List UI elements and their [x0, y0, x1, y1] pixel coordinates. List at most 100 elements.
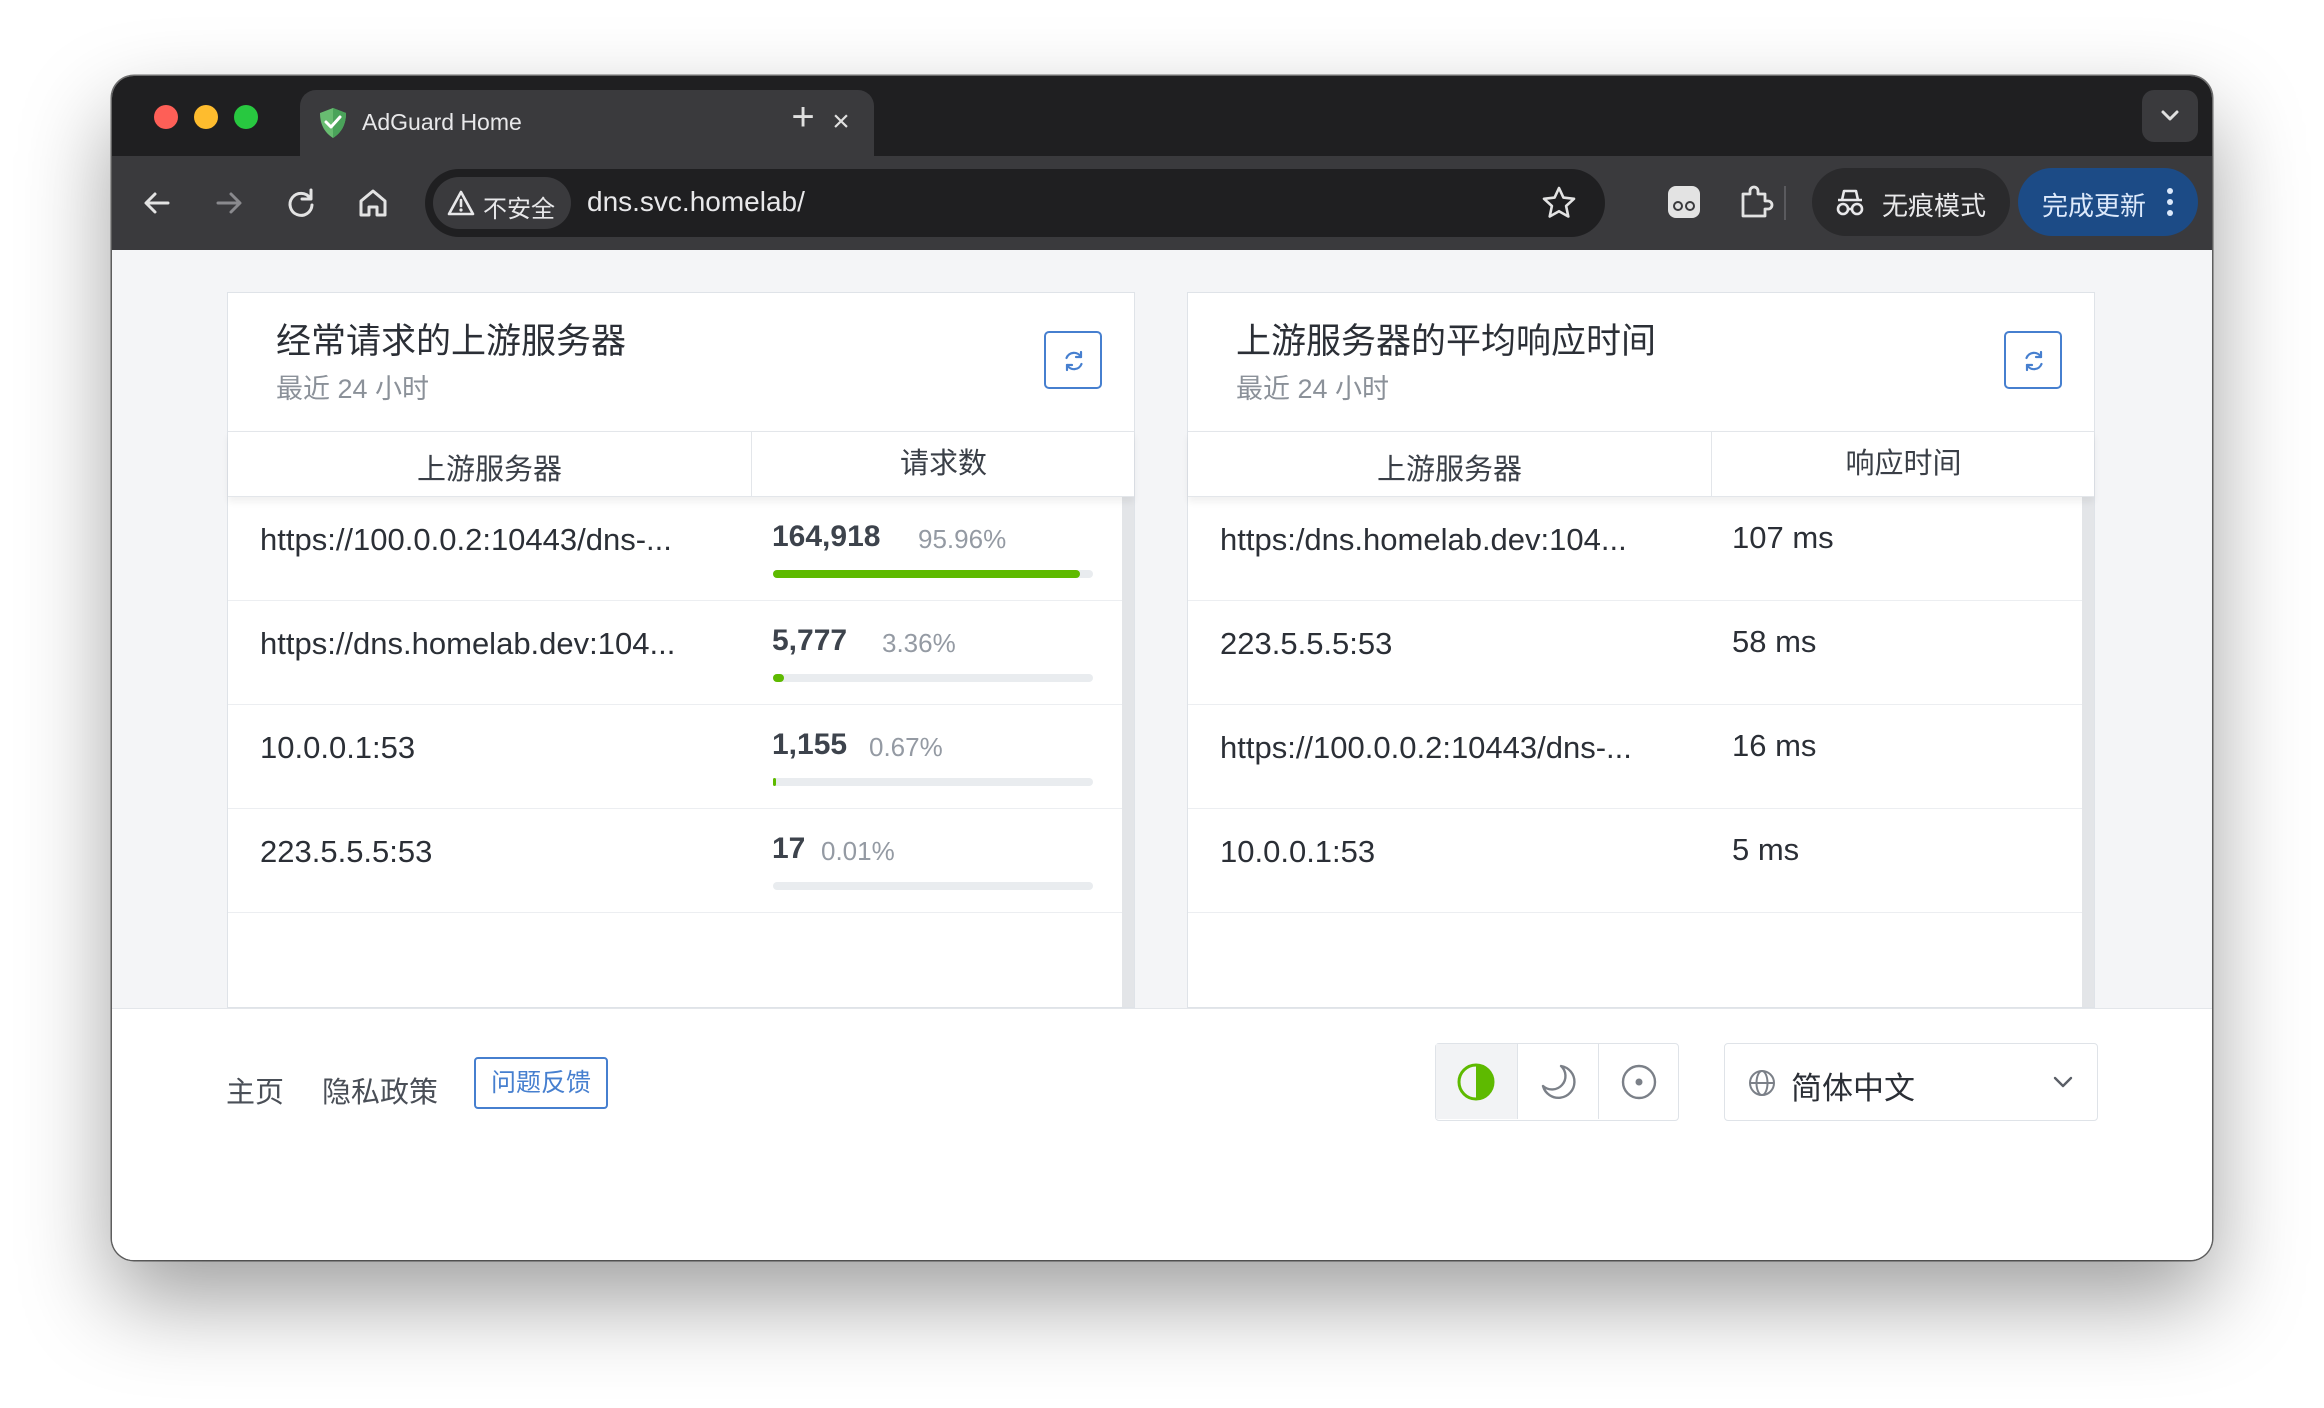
minimize-window-button[interactable]	[194, 105, 218, 129]
column-header-server[interactable]: 上游服务器	[228, 446, 751, 488]
upstream-host: 10.0.0.1:53	[1220, 834, 1376, 869]
home-icon[interactable]	[348, 178, 398, 228]
shield-favicon-icon	[320, 108, 346, 138]
column-header-response-time[interactable]: 响应时间	[1711, 432, 2095, 496]
tab-strip: AdGuard Home × +	[112, 76, 2212, 156]
upstream-host: 223.5.5.5:53	[1220, 626, 1393, 661]
star-icon[interactable]	[1539, 183, 1579, 223]
incognito-label: 无痕模式	[1882, 191, 1987, 221]
response-time: 16 ms	[1732, 728, 1817, 763]
update-label: 完成更新	[2042, 191, 2147, 221]
request-percent: 0.01%	[821, 836, 895, 866]
maximize-window-button[interactable]	[234, 105, 258, 129]
toolbar-separator	[1784, 186, 1786, 220]
upstream-host: https://100.0.0.2:10443/dns-...	[260, 522, 672, 557]
chevron-down-icon	[2161, 110, 2179, 121]
table-row: 223.5.5.5:53 58 ms	[1188, 600, 2082, 705]
table-row: https://100.0.0.2:10443/dns-... 16 ms	[1188, 704, 2082, 809]
progress-bar-fill	[773, 674, 784, 682]
moon-icon	[1541, 1064, 1576, 1099]
address-bar[interactable]: 不安全 dns.svc.homelab/	[425, 169, 1605, 237]
table-row: https://100.0.0.2:10443/dns-... 164,918 …	[228, 496, 1122, 601]
progress-bar-fill	[773, 778, 777, 786]
progress-bar-fill	[773, 570, 1081, 578]
tab-search-button[interactable]	[2142, 90, 2198, 142]
refresh-icon	[2025, 350, 2043, 372]
response-time: 5 ms	[1732, 832, 1800, 867]
progress-bar	[773, 570, 1093, 578]
table-header: 上游服务器 响应时间	[1188, 431, 2094, 497]
avg-response-card: 上游服务器的平均响应时间 最近 24 小时 上游服务器 响应时间 https:/…	[1187, 292, 2095, 1008]
table-header: 上游服务器 请求数	[228, 431, 1134, 497]
url-text[interactable]: dns.svc.homelab/	[587, 186, 805, 218]
table-body: https:/dns.homelab.dev:104... 107 ms 223…	[1188, 496, 2094, 1007]
new-tab-button[interactable]: +	[780, 96, 826, 142]
forward-icon[interactable]	[204, 178, 254, 228]
tab-title: AdGuard Home	[362, 109, 522, 135]
column-header-requests[interactable]: 请求数	[751, 432, 1135, 496]
progress-bar	[773, 674, 1093, 682]
contrast-icon	[1457, 1063, 1495, 1101]
top-upstreams-card: 经常请求的上游服务器 最近 24 小时 上游服务器 请求数 https://10…	[227, 292, 1135, 1008]
incognito-icon	[1836, 189, 1864, 216]
feedback-button[interactable]: 问题反馈	[474, 1057, 608, 1109]
card-title: 上游服务器的平均响应时间	[1236, 322, 1657, 361]
extensions-icon[interactable]	[1732, 178, 1780, 226]
progress-bar	[773, 882, 1093, 890]
upstream-host: https://100.0.0.2:10443/dns-...	[1220, 730, 1632, 765]
request-percent: 3.36%	[882, 628, 956, 658]
table-row: https:/dns.homelab.dev:104... 107 ms	[1188, 496, 2082, 601]
upstream-host: 10.0.0.1:53	[260, 730, 416, 765]
browser-toolbar: 不安全 dns.svc.homelab/ 无痕模式 完成更新	[112, 156, 2212, 250]
finish-update-button[interactable]: 完成更新	[2018, 168, 2198, 236]
upstream-host: 223.5.5.5:53	[260, 834, 433, 869]
footer-link-home[interactable]: 主页	[226, 1069, 284, 1111]
warning-icon	[447, 190, 475, 216]
theme-light-button[interactable]	[1598, 1044, 1680, 1119]
request-count: 1,155	[772, 728, 848, 761]
card-title: 经常请求的上游服务器	[276, 322, 627, 361]
request-count: 164,918	[772, 520, 881, 553]
globe-icon	[1749, 1070, 1775, 1096]
request-percent: 0.67%	[869, 732, 943, 762]
progress-bar	[773, 778, 1093, 786]
reading-mode-icon[interactable]	[1660, 178, 1708, 226]
incognito-indicator[interactable]: 无痕模式	[1812, 168, 2010, 236]
request-percent: 95.96%	[918, 524, 1007, 554]
response-time: 58 ms	[1732, 624, 1817, 659]
footer-link-privacy[interactable]: 隐私政策	[322, 1069, 438, 1111]
table-row: 10.0.0.1:53 5 ms	[1188, 808, 2082, 913]
tab-close-icon[interactable]: ×	[822, 104, 860, 142]
theme-switcher	[1435, 1043, 1679, 1121]
more-icon	[2167, 188, 2173, 216]
chevron-down-icon	[2053, 1076, 2073, 1088]
refresh-button[interactable]	[1044, 331, 1102, 389]
table-row: https://dns.homelab.dev:104... 5,777 3.3…	[228, 600, 1122, 705]
refresh-icon	[1065, 350, 1083, 372]
request-count: 17	[772, 832, 806, 865]
language-select[interactable]: 简体中文	[1724, 1043, 2098, 1121]
upstream-host: https:/dns.homelab.dev:104...	[1220, 522, 1627, 557]
browser-window: AdGuard Home × + 不安全 dns.svc.homelab/ 无痕…	[112, 76, 2212, 1260]
reload-icon[interactable]	[276, 178, 326, 228]
language-value: 简体中文	[1791, 1071, 1915, 1106]
back-icon[interactable]	[132, 178, 182, 228]
refresh-button[interactable]	[2004, 331, 2062, 389]
close-window-button[interactable]	[154, 105, 178, 129]
scrollbar[interactable]	[1122, 496, 1134, 1007]
request-count: 5,777	[772, 624, 848, 657]
column-header-server[interactable]: 上游服务器	[1188, 446, 1711, 488]
security-label: 不安全	[483, 196, 555, 223]
upstream-host: https://dns.homelab.dev:104...	[260, 626, 676, 661]
card-subtitle: 最近 24 小时	[276, 374, 430, 404]
security-indicator[interactable]: 不安全	[433, 177, 571, 229]
table-row: 223.5.5.5:53 17 0.01%	[228, 808, 1122, 913]
page-footer: 主页 隐私政策 问题反馈 简体中文	[112, 1008, 2212, 1260]
table-body: https://100.0.0.2:10443/dns-... 164,918 …	[228, 496, 1134, 1007]
table-row: 10.0.0.1:53 1,155 0.67%	[228, 704, 1122, 809]
scrollbar[interactable]	[2082, 496, 2094, 1007]
light-icon	[1621, 1064, 1657, 1100]
theme-auto-button[interactable]	[1436, 1044, 1517, 1119]
theme-dark-button[interactable]	[1517, 1044, 1599, 1119]
card-subtitle: 最近 24 小时	[1236, 374, 1390, 404]
